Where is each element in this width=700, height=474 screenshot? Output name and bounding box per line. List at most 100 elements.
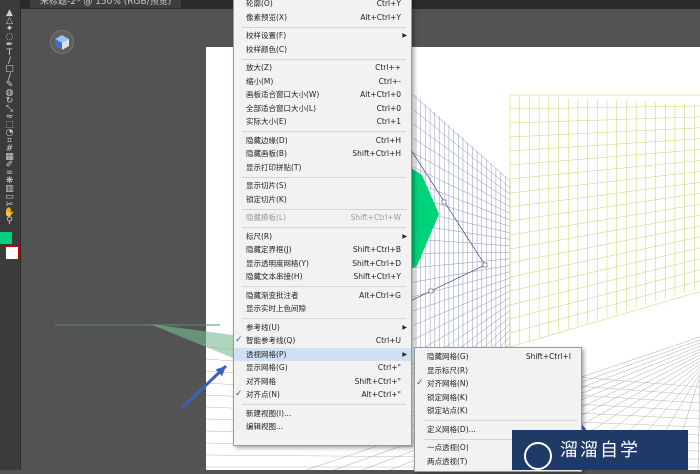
- menu-item[interactable]: 锁定站点(K): [415, 404, 581, 417]
- menu-item[interactable]: 画板适合窗口大小(W) Alt+Ctrl+0: [234, 88, 411, 101]
- menu-item-label: 显示透明度网格(Y): [246, 258, 309, 268]
- menu-item-label: 校样颜色(C): [246, 44, 288, 54]
- menu-item[interactable]: 实际大小(E) Ctrl+1: [234, 115, 411, 128]
- menu-item[interactable]: 新建视图(I)...: [234, 407, 411, 420]
- menu-item-label: 隐藏网格(G): [427, 352, 469, 361]
- menu-item-shortcut: Alt+Ctrl+": [361, 390, 401, 399]
- menu-item-label: 隐藏渐变批注者: [246, 290, 299, 300]
- menu-item[interactable]: 隐藏文本串接(H) Shift+Ctrl+Y: [234, 270, 411, 283]
- menu-item[interactable]: 缩小(M) Ctrl+-: [234, 75, 411, 88]
- menu-item[interactable]: 隐藏画板(B) Shift+Ctrl+H: [234, 147, 411, 160]
- menu-item-shortcut: Ctrl+U: [375, 336, 401, 345]
- menu-item[interactable]: 锁定网格(K): [415, 391, 581, 404]
- menu-item[interactable]: 校样设置(F) ▶: [234, 29, 411, 42]
- menu-item[interactable]: 显示标尺(R): [415, 364, 581, 377]
- menu-item-label: 全部适合窗口大小(L): [246, 103, 317, 113]
- menu-item[interactable]: 隐藏定界框(J) Shift+Ctrl+B: [234, 243, 411, 256]
- menu-item[interactable]: 显示切片(S): [234, 179, 411, 192]
- menu-item-label: 锁定站点(K): [427, 406, 468, 415]
- menu-item-shortcut: Shift+Ctrl+": [354, 376, 401, 386]
- handle: [428, 288, 434, 294]
- menu-item-shortcut: Ctrl+-: [378, 76, 401, 86]
- menu-item-label: 对齐网格(N): [427, 379, 469, 388]
- menu-item-label: 参考线(U): [246, 322, 280, 332]
- menu-item[interactable]: 像素预览(X) Alt+Ctrl+Y: [234, 11, 411, 24]
- menu-item[interactable]: 参考线(U) ▶: [234, 321, 411, 334]
- menu-separator: [242, 176, 406, 178]
- menu-item-shortcut: Alt+Ctrl+0: [360, 90, 401, 99]
- menu-item[interactable]: 放大(Z) Ctrl++: [234, 61, 411, 74]
- menu-separator: [423, 420, 577, 421]
- menu-item-label: 轮廓(O): [246, 0, 273, 8]
- menu-item[interactable]: 隐藏边缘(D) Ctrl+H: [234, 134, 411, 147]
- menu-item-label: 编辑视图...: [246, 422, 284, 431]
- menu-item[interactable]: ✓ 智能参考线(Q) Ctrl+U: [234, 334, 411, 347]
- menu-item[interactable]: 锁定切片(K): [234, 193, 411, 206]
- menu-item-shortcut: Ctrl+H: [375, 135, 401, 145]
- watermark-text: 溜溜自学: [560, 440, 640, 461]
- menu-item-shortcut: Shift+Ctrl+B: [352, 245, 401, 254]
- menu-item-shortcut: Ctrl++: [375, 63, 401, 72]
- menu-item-label: 对齐网格: [246, 376, 276, 386]
- menu-item-label: 显示网格(G): [246, 363, 288, 372]
- watermark: 溜溜自学: [512, 430, 688, 470]
- checkmark-icon: ✓: [235, 389, 243, 399]
- menu-item-shortcut: Ctrl+0: [376, 103, 401, 113]
- menu-item-shortcut: Shift+Ctrl+H: [352, 149, 401, 158]
- menu-item[interactable]: 编辑视图...: [234, 420, 411, 433]
- menu-item-label: 锁定网格(K): [427, 392, 468, 402]
- menu-item-label: 隐藏文本串接(H): [246, 272, 303, 281]
- menu-item[interactable]: ✓ 对齐点(N) Alt+Ctrl+": [234, 388, 411, 401]
- menu-item-shortcut: Shift+Ctrl+Y: [353, 272, 401, 281]
- right-grid-plane: [509, 94, 700, 348]
- menu-item-label: 放大(Z): [246, 63, 272, 72]
- document-tab[interactable]: 未标题-2* @ 150% (RGB/预览): [30, 0, 182, 8]
- menu-item[interactable]: 显示网格(G) Ctrl+": [234, 361, 411, 374]
- menu-item-label: 透视网格(P): [246, 349, 287, 359]
- view-menu: 轮廓(O) Ctrl+Y 像素预览(X) Alt+Ctrl+Y 校样设置(F) ▶ 校样颜色…: [233, 0, 412, 446]
- menu-item[interactable]: 显示透明度网格(Y) Shift+Ctrl+D: [234, 257, 411, 270]
- handle: [482, 262, 488, 268]
- menu-separator: [242, 227, 406, 228]
- menu-separator: [242, 286, 406, 287]
- menu-item-shortcut: Ctrl+1: [376, 117, 401, 126]
- menu-item-label: 隐藏画板(B): [246, 149, 287, 158]
- fill-swatch[interactable]: [0, 232, 12, 244]
- menu-item[interactable]: 隐藏渐变批注者 Alt+Ctrl+G: [234, 289, 411, 302]
- menu-item-label: 隐藏定界框(J): [246, 245, 292, 254]
- menu-item[interactable]: 显示实时上色间隙: [234, 302, 411, 315]
- menu-item-label: 对齐点(N): [246, 390, 280, 399]
- menu-item-label: 校样设置(F): [246, 31, 287, 40]
- checkmark-icon: ✓: [416, 378, 424, 388]
- menu-item-shortcut: Ctrl+": [377, 363, 401, 372]
- menu-item[interactable]: 校样颜色(C): [234, 43, 411, 56]
- menu-item-shortcut: Shift+Ctrl+I: [525, 352, 571, 361]
- menu-separator: [242, 208, 406, 210]
- menu-item-label: 画板适合窗口大小(W): [246, 90, 320, 99]
- menu-item[interactable]: 隐藏网格(G) Shift+Ctrl+I: [415, 350, 581, 363]
- menu-item[interactable]: 显示打印拼贴(T): [234, 161, 411, 174]
- submenu-arrow-icon: ▶: [402, 32, 407, 39]
- menu-item[interactable]: 对齐网格 Shift+Ctrl+": [234, 375, 411, 388]
- menu-item[interactable]: 标尺(R) ▶: [234, 230, 411, 243]
- menu-item-label: 显示打印拼贴(T): [246, 162, 302, 172]
- menu-item[interactable]: 透视网格(P) ▶: [234, 347, 411, 361]
- menu-item-label: 显示切片(S): [246, 181, 287, 190]
- handle: [441, 199, 447, 205]
- menu-item[interactable]: 全部适合窗口大小(L) Ctrl+0: [234, 102, 411, 115]
- menu-item-label: 标尺(R): [246, 231, 273, 241]
- menu-item[interactable]: ✓ 对齐网格(N): [415, 377, 581, 390]
- menu-item-label: 新建视图(I)...: [246, 408, 292, 418]
- checkmark-icon: ✓: [235, 335, 243, 345]
- menu-item-shortcut: Alt+Ctrl+G: [359, 290, 401, 300]
- menu-item-label: 智能参考线(Q): [246, 336, 296, 345]
- stroke-swatch[interactable]: [5, 246, 19, 260]
- menu-separator: [242, 404, 406, 405]
- menu-item[interactable]: 轮廓(O) Ctrl+Y: [234, 0, 411, 10]
- menu-item-shortcut: Ctrl+Y: [376, 0, 401, 8]
- menu-item-shortcut: Shift+Ctrl+W: [350, 213, 401, 222]
- menu-item-label: 一点透视(O): [427, 443, 469, 452]
- menu-separator: [242, 318, 406, 319]
- perspective-plane-widget[interactable]: [50, 30, 74, 54]
- zoom-tool-icon[interactable]: ⚲: [2, 216, 17, 227]
